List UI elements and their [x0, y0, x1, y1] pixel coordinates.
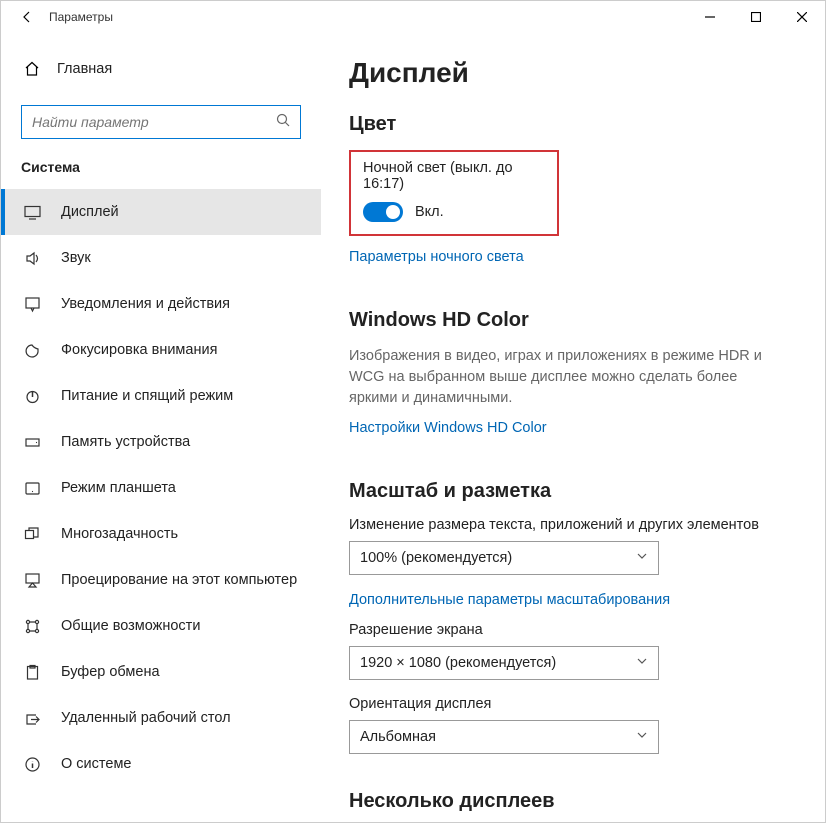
- close-button[interactable]: [779, 1, 825, 33]
- multi-heading: Несколько дисплеев: [349, 790, 785, 813]
- shared-icon: [21, 618, 43, 635]
- tablet-icon: [21, 480, 43, 497]
- search-input[interactable]: [32, 114, 276, 130]
- color-heading: Цвет: [349, 113, 785, 136]
- sidebar-item-label: Многозадачность: [61, 526, 178, 542]
- maximize-button[interactable]: [733, 1, 779, 33]
- resolution-label: Разрешение экрана: [349, 622, 785, 638]
- night-light-highlight: Ночной свет (выкл. до 16:17) Вкл.: [349, 150, 559, 236]
- back-button[interactable]: [13, 10, 41, 24]
- sidebar-item-label: Фокусировка внимания: [61, 342, 217, 358]
- home-label: Главная: [57, 61, 112, 77]
- display-icon: [21, 204, 43, 221]
- sidebar-item-label: Звук: [61, 250, 91, 266]
- sidebar-item-label: Питание и спящий режим: [61, 388, 233, 404]
- sidebar-item-label: Общие возможности: [61, 618, 200, 634]
- night-light-toggle[interactable]: [363, 202, 403, 222]
- remote-icon: [21, 710, 43, 727]
- sound-icon: [21, 250, 43, 267]
- multitasking-icon: [21, 526, 43, 543]
- nav-list: Дисплей Звук Уведомления и действия Фоку…: [1, 189, 321, 787]
- focus-icon: [21, 342, 43, 359]
- window-controls: [687, 1, 825, 33]
- sidebar-item-multitasking[interactable]: Многозадачность: [1, 511, 321, 557]
- minimize-button[interactable]: [687, 1, 733, 33]
- advanced-scale-link[interactable]: Дополнительные параметры масштабирования: [349, 592, 670, 608]
- sidebar-item-display[interactable]: Дисплей: [1, 189, 321, 235]
- orientation-label: Ориентация дисплея: [349, 696, 785, 712]
- sidebar-item-sound[interactable]: Звук: [1, 235, 321, 281]
- orientation-dropdown[interactable]: Альбомная: [349, 720, 659, 754]
- scale-heading: Масштаб и разметка: [349, 480, 785, 503]
- power-icon: [21, 388, 43, 405]
- sidebar-item-tablet[interactable]: Режим планшета: [1, 465, 321, 511]
- notifications-icon: [21, 296, 43, 313]
- toggle-state-label: Вкл.: [415, 204, 444, 220]
- sidebar-item-label: Удаленный рабочий стол: [61, 710, 231, 726]
- projecting-icon: [21, 572, 43, 589]
- sidebar-item-label: Дисплей: [61, 204, 119, 220]
- clipboard-icon: [21, 664, 43, 681]
- search-icon: [276, 113, 290, 132]
- sidebar-item-storage[interactable]: Память устройства: [1, 419, 321, 465]
- sidebar-item-remote[interactable]: Удаленный рабочий стол: [1, 695, 321, 741]
- sidebar-item-label: Буфер обмена: [61, 664, 160, 680]
- night-light-label: Ночной свет (выкл. до 16:17): [363, 160, 545, 192]
- dropdown-value: Альбомная: [360, 729, 636, 745]
- dropdown-value: 1920 × 1080 (рекомендуется): [360, 655, 636, 671]
- scale-dropdown[interactable]: 100% (рекомендуется): [349, 541, 659, 575]
- sidebar-item-label: О системе: [61, 756, 131, 772]
- sidebar-item-label: Уведомления и действия: [61, 296, 230, 312]
- chevron-down-icon: [636, 549, 648, 567]
- dropdown-value: 100% (рекомендуется): [360, 550, 636, 566]
- sidebar-item-focus[interactable]: Фокусировка внимания: [1, 327, 321, 373]
- sidebar-item-about[interactable]: О системе: [1, 741, 321, 787]
- night-light-settings-link[interactable]: Параметры ночного света: [349, 249, 524, 265]
- home-icon: [21, 61, 43, 77]
- about-icon: [21, 756, 43, 773]
- hdcolor-heading: Windows HD Color: [349, 309, 785, 332]
- storage-icon: [21, 434, 43, 451]
- sidebar-item-clipboard[interactable]: Буфер обмена: [1, 649, 321, 695]
- section-header: Система: [1, 159, 321, 175]
- window-title: Параметры: [49, 10, 113, 24]
- night-light-toggle-row: Вкл.: [363, 202, 545, 222]
- chevron-down-icon: [636, 728, 648, 746]
- resolution-dropdown[interactable]: 1920 × 1080 (рекомендуется): [349, 646, 659, 680]
- sidebar-item-shared[interactable]: Общие возможности: [1, 603, 321, 649]
- scale-size-label: Изменение размера текста, приложений и д…: [349, 517, 785, 533]
- sidebar-item-label: Режим планшета: [61, 480, 176, 496]
- search-box[interactable]: [21, 105, 301, 139]
- page-title: Дисплей: [349, 57, 785, 89]
- content-area: Дисплей Цвет Ночной свет (выкл. до 16:17…: [321, 33, 825, 822]
- sidebar-item-power[interactable]: Питание и спящий режим: [1, 373, 321, 419]
- sidebar-item-label: Проецирование на этот компьютер: [61, 572, 297, 588]
- hdcolor-description: Изображения в видео, играх и приложениях…: [349, 346, 779, 409]
- sidebar-item-notifications[interactable]: Уведомления и действия: [1, 281, 321, 327]
- sidebar: Главная Система Дисплей Звук: [1, 33, 321, 822]
- hdcolor-settings-link[interactable]: Настройки Windows HD Color: [349, 420, 547, 436]
- sidebar-item-projecting[interactable]: Проецирование на этот компьютер: [1, 557, 321, 603]
- home-button[interactable]: Главная: [21, 49, 301, 89]
- chevron-down-icon: [636, 654, 648, 672]
- titlebar: Параметры: [1, 1, 825, 33]
- sidebar-item-label: Память устройства: [61, 434, 190, 450]
